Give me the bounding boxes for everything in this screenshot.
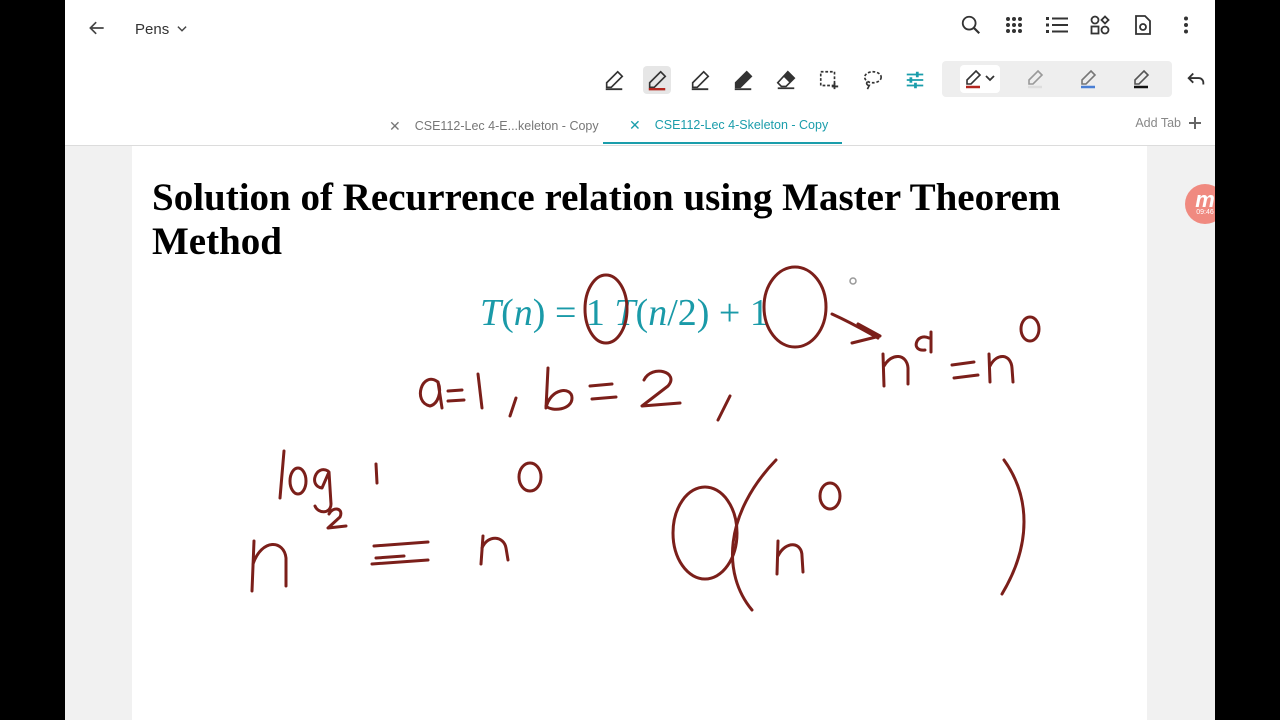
ink-n0: [987, 352, 1015, 384]
adjust-tool[interactable]: [901, 66, 929, 94]
pen-presets-bar: [942, 61, 1172, 97]
ink-two: [640, 369, 682, 408]
more-vert-icon: [1184, 16, 1188, 34]
avatar-time: 09:46: [1196, 209, 1214, 216]
ink-big-o: [671, 485, 739, 581]
more-options-button[interactable]: [1175, 14, 1197, 36]
ink-n-o: [775, 539, 805, 576]
arrow-left-icon: [89, 21, 104, 35]
list-button[interactable]: [1046, 14, 1068, 36]
sliders-icon: [906, 71, 924, 89]
highlighter-red-icon: [648, 70, 667, 91]
ink-paren-right: [1000, 458, 1026, 596]
grid-dots-icon: [1006, 17, 1022, 33]
ink-arrow: [830, 312, 882, 345]
chevron-down-icon: [177, 26, 187, 32]
pen-icon: [605, 70, 624, 91]
tab-label: CSE112-Lec 4-Skeleton - Copy: [654, 118, 829, 132]
pen-preset-black[interactable]: [1123, 65, 1159, 93]
eraser-tool[interactable]: [772, 66, 800, 94]
pages-grid-button[interactable]: [1003, 14, 1025, 36]
ink-one: [476, 372, 484, 410]
pen-icon: [734, 70, 753, 91]
plus-icon: [1189, 117, 1201, 129]
tab-lec4-skeleton[interactable]: ✕ CSE112-Lec 4-Skeleton - Copy: [603, 108, 843, 144]
pen-tool-2[interactable]: [686, 66, 714, 94]
ink-log-one: [374, 462, 379, 485]
lasso-tool[interactable]: [858, 66, 886, 94]
ink-a: [419, 378, 444, 410]
back-button[interactable]: [83, 14, 111, 42]
top-right-icons: [960, 14, 1197, 36]
pen-icon: [691, 70, 710, 91]
select-tool[interactable]: [815, 66, 843, 94]
lasso-select-icon: [819, 70, 839, 90]
handwritten-ink-layer: [250, 265, 1041, 612]
pen-preset-pencil[interactable]: [1017, 65, 1053, 93]
page-settings-button[interactable]: [1132, 14, 1154, 36]
ink-equals-2: [370, 540, 430, 566]
floating-recorder-avatar[interactable]: m 09:46: [1185, 184, 1215, 224]
search-icon: [961, 15, 981, 35]
ink-equals-1: [950, 360, 980, 380]
undo-icon: [1187, 72, 1205, 85]
shapes-button[interactable]: [1089, 14, 1111, 36]
ink-paren-left: [730, 458, 778, 612]
ink-zero-sup: [1019, 315, 1041, 343]
tab-lec4-e[interactable]: ✕ CSE112-Lec 4-E...keleton - Copy: [389, 108, 599, 144]
add-tab-label: Add Tab: [1135, 116, 1181, 130]
ink-l: [278, 449, 286, 500]
ink-nd: [881, 352, 910, 388]
undo-button[interactable]: [1183, 66, 1209, 92]
app-header: Pens ✕ CSE112-Lec 4-E...keleton - Copy ✕…: [65, 0, 1215, 146]
ink-g: [313, 468, 333, 514]
ink-eq-b: [588, 382, 618, 401]
ink-b: [544, 366, 574, 411]
drawing-toolbar: [600, 62, 929, 98]
add-tab-button[interactable]: Add Tab: [1135, 108, 1201, 138]
pen-preset-red[interactable]: [960, 65, 1000, 93]
page-settings-icon: [1135, 15, 1151, 35]
search-button[interactable]: [960, 14, 982, 36]
close-icon[interactable]: ✕: [389, 118, 401, 135]
notebook-title-dropdown[interactable]: Pens: [135, 16, 189, 42]
tab-label: CSE112-Lec 4-E...keleton - Copy: [414, 119, 599, 133]
ink-zero-right: [517, 461, 543, 493]
ink-n-left: [250, 539, 288, 593]
pen-preset-blue[interactable]: [1070, 65, 1106, 93]
ink-o: [288, 466, 308, 496]
pen-tool[interactable]: [600, 66, 628, 94]
notebook-title: Pens: [135, 20, 170, 38]
ink-comma-1: [508, 396, 518, 418]
document-tabs: ✕ CSE112-Lec 4-E...keleton - Copy ✕ CSE1…: [65, 108, 1215, 145]
pen-black-icon: [1134, 69, 1150, 89]
ink-sub-two: [326, 507, 348, 530]
eraser-icon: [776, 70, 796, 90]
ink-n-right: [479, 534, 510, 566]
ink-eq-a: [446, 388, 466, 403]
pen-blue-icon: [1081, 69, 1097, 89]
lasso-icon: [863, 70, 882, 90]
avatar-letter: m: [1195, 187, 1215, 212]
note-page[interactable]: Solution of Recurrence relation using Ma…: [132, 146, 1147, 720]
ink-dot: [849, 277, 857, 285]
shapes-icon: [1090, 15, 1110, 35]
ink-circle-f: [762, 265, 828, 349]
notes-app: Pens ✕ CSE112-Lec 4-E...keleton - Copy ✕…: [65, 0, 1215, 720]
list-icon: [1046, 17, 1068, 33]
highlighter-tool[interactable]: [643, 66, 671, 94]
ink-d-sup: [914, 330, 933, 354]
pencil-icon: [1028, 69, 1044, 89]
close-icon[interactable]: ✕: [629, 117, 641, 134]
ink-comma-2: [716, 394, 732, 422]
ink-zero-o: [818, 481, 842, 511]
ink-circle-a: [583, 273, 629, 345]
pen-tool-3[interactable]: [729, 66, 757, 94]
pen-red-icon: [966, 69, 995, 89]
